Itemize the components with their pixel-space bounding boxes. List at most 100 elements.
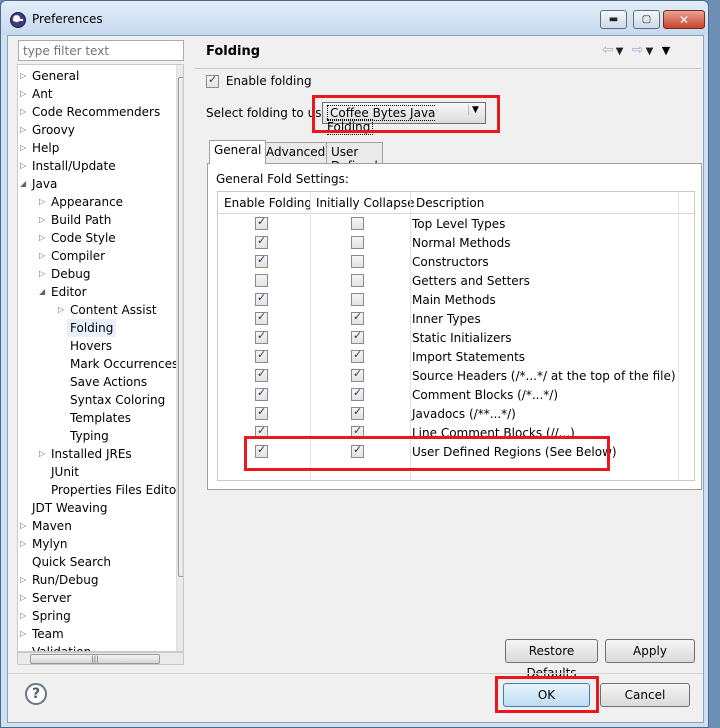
tree-item[interactable]: Typing [70,427,109,445]
tree-item[interactable]: JUnit [51,463,79,481]
tree-item[interactable]: Server [32,589,71,607]
tree-item[interactable]: Installed JREs [51,445,132,463]
initially-collapse-checkbox[interactable] [351,274,364,287]
tree-item[interactable]: Java [32,175,57,193]
expand-right-icon[interactable]: ▷ [20,121,28,139]
initially-collapse-checkbox[interactable] [351,310,364,325]
initially-collapse-checkbox[interactable] [351,405,364,420]
tree-item[interactable]: Validation [32,643,91,651]
enable-folding-checkbox[interactable] [255,215,268,230]
expand-right-icon[interactable]: ▷ [20,571,28,589]
tree-item[interactable]: Maven [32,517,72,535]
tree-item[interactable]: Run/Debug [32,571,99,589]
tree-item[interactable]: Debug [51,265,90,283]
expand-right-icon[interactable]: ▷ [20,67,28,85]
initially-collapse-checkbox[interactable] [351,217,364,230]
initially-collapse-checkbox[interactable] [351,255,364,268]
enable-folding-checkbox[interactable] [206,73,219,88]
enable-folding-checkbox[interactable] [255,291,268,306]
minimize-button[interactable]: ▬ [600,10,627,29]
restore-defaults-button[interactable]: Restore Defaults [505,639,598,680]
initially-collapse-checkbox[interactable] [351,386,364,401]
initially-collapse-checkbox[interactable] [351,236,364,249]
expand-right-icon[interactable]: ▷ [20,535,28,553]
filter-input[interactable] [18,40,184,61]
initially-collapse-checkbox[interactable] [351,293,364,306]
maximize-button[interactable]: ▢ [633,10,660,29]
expand-right-icon[interactable]: ▷ [39,265,47,283]
close-button[interactable]: ✕ [663,10,705,29]
column-header-collapse[interactable]: Initially Collapse [316,196,414,210]
tree-horizontal-scrollbar[interactable]: ||| [17,652,184,665]
expand-down-icon[interactable]: ◢ [39,283,47,301]
back-icon[interactable]: ⇦ [602,42,616,58]
tree-item[interactable]: Code Style [51,229,116,247]
tree-item[interactable]: Spring [32,607,71,625]
expand-right-icon[interactable]: ▷ [39,193,47,211]
expand-right-icon[interactable]: ▷ [20,157,28,175]
tree-item[interactable]: Ant [32,85,53,103]
expand-right-icon[interactable]: ▷ [20,589,28,607]
tree-item[interactable]: Install/Update [32,157,116,175]
apply-button[interactable]: Apply [605,639,695,663]
tree-item[interactable]: Folding [67,319,117,337]
tree-item[interactable]: Team [32,625,64,643]
column-header-description[interactable]: Description [416,196,484,210]
tree-item[interactable]: General [32,67,79,85]
enable-folding-checkbox[interactable] [255,329,268,344]
enable-folding-checkbox[interactable] [255,310,268,325]
expand-right-icon[interactable]: ▷ [39,247,47,265]
tab-user-defined-regions[interactable]: User Defined Regions [326,142,384,187]
tree-item[interactable]: Syntax Coloring [70,391,165,409]
view-menu-icon[interactable]: ▼ [662,44,672,57]
enable-folding-checkbox[interactable] [255,405,268,420]
tree-item[interactable]: Templates [70,409,131,427]
expand-right-icon[interactable]: ▷ [20,139,28,157]
initially-collapse-checkbox[interactable] [351,329,364,344]
back-menu-icon[interactable]: ▼ [616,46,626,57]
tree-item[interactable]: Editor [51,283,87,301]
tree-item[interactable]: Help [32,139,59,157]
expand-right-icon[interactable]: ▷ [39,229,47,247]
scrollbar-thumb[interactable]: ||| [30,654,160,664]
help-icon[interactable]: ? [25,683,47,705]
tree-item[interactable]: Compiler [51,247,105,265]
expand-right-icon[interactable]: ▷ [58,301,66,319]
initially-collapse-checkbox[interactable] [351,367,364,382]
enable-folding-checkbox[interactable] [255,367,268,382]
tree-item[interactable]: Mark Occurrences [70,355,178,373]
tree-item[interactable]: JDT Weaving [32,499,107,517]
expand-right-icon[interactable]: ▷ [39,445,47,463]
expand-down-icon[interactable]: ◢ [20,175,28,193]
enable-folding-checkbox[interactable] [255,274,268,287]
column-header-enable[interactable]: Enable Folding [224,196,312,210]
enable-folding-checkbox[interactable] [255,234,268,249]
tree-vertical-scrollbar[interactable] [176,65,183,651]
expand-right-icon[interactable]: ▷ [39,211,47,229]
tab-general[interactable]: General [209,140,267,164]
enable-folding-checkbox[interactable] [255,253,268,268]
enable-folding-checkbox[interactable] [255,348,268,363]
tree-item[interactable]: Save Actions [70,373,147,391]
tree-item[interactable]: Code Recommenders [32,103,160,121]
tree-item[interactable]: Hovers [70,337,112,355]
tree-item[interactable]: Properties Files Editor [51,481,181,499]
cancel-button[interactable]: Cancel [600,683,690,707]
tree-item[interactable]: Content Assist [70,301,157,319]
expand-right-icon[interactable]: ▷ [20,607,28,625]
expand-right-icon[interactable]: ▷ [20,517,28,535]
initially-collapse-checkbox[interactable] [351,348,364,363]
expand-right-icon[interactable]: ▷ [20,85,28,103]
tree-item[interactable]: Build Path [51,211,111,229]
tree-item[interactable]: Groovy [32,121,75,139]
forward-menu-icon[interactable]: ▼ [646,46,656,57]
tab-advanced[interactable]: Advanced [261,142,331,163]
tree-item[interactable]: Mylyn [32,535,68,553]
enable-folding-checkbox[interactable] [255,386,268,401]
forward-icon[interactable]: ⇨ [632,42,646,58]
expand-right-icon[interactable]: ▷ [20,625,28,643]
expand-right-icon[interactable]: ▷ [20,103,28,121]
tree-item[interactable]: Quick Search [32,553,111,571]
scrollbar-thumb[interactable] [178,77,183,577]
tree-item[interactable]: Appearance [51,193,123,211]
